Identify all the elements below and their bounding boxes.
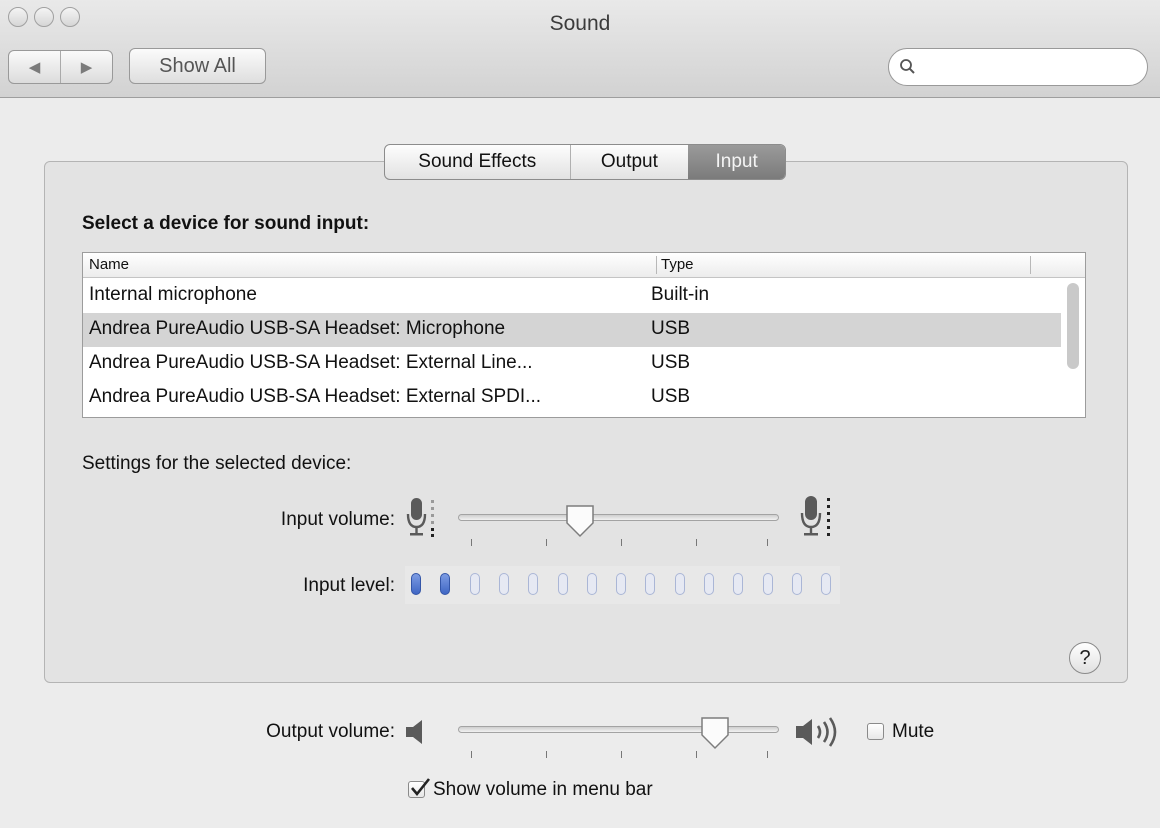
column-header-name[interactable]: Name <box>89 256 129 273</box>
input-volume-track[interactable] <box>458 514 779 521</box>
slider-tick <box>767 751 768 758</box>
input-level-segment <box>586 573 597 595</box>
tab-output[interactable]: Output <box>571 145 689 179</box>
mute-checkbox[interactable] <box>867 723 884 740</box>
slider-tick <box>696 539 697 546</box>
slider-tick <box>621 751 622 758</box>
input-volume-thumb[interactable] <box>565 504 595 538</box>
device-name: Andrea PureAudio USB-SA Headset: Microph… <box>89 318 506 339</box>
show-volume-checkbox[interactable] <box>408 778 431 798</box>
mute-label: Mute <box>892 721 935 742</box>
input-level-segment <box>411 573 421 595</box>
search-icon <box>900 59 915 74</box>
table-row[interactable]: Internal microphone Built-in <box>83 279 1061 313</box>
settings-heading: Settings for the selected device: <box>82 453 352 474</box>
device-name: Andrea PureAudio USB-SA Headset: Externa… <box>89 352 533 373</box>
tab-bar: Sound Effects Output Input <box>384 144 786 180</box>
table-scrollbar[interactable] <box>1067 283 1079 369</box>
input-level-segment <box>821 573 832 595</box>
microphone-low-icon <box>406 498 434 537</box>
table-row[interactable]: Andrea PureAudio USB-SA Headset: Externa… <box>83 347 1061 381</box>
output-volume-track[interactable] <box>458 726 779 733</box>
device-section-heading: Select a device for sound input: <box>82 213 370 234</box>
input-level-segment <box>762 573 773 595</box>
slider-tick <box>696 751 697 758</box>
device-type: USB <box>651 352 691 373</box>
back-forward-control: ◀ ▶ <box>8 50 113 84</box>
forward-button[interactable]: ▶ <box>61 51 112 83</box>
input-level-segment <box>498 573 509 595</box>
column-divider <box>1030 256 1031 274</box>
speaker-low-icon <box>406 720 422 744</box>
input-level-segment <box>674 573 685 595</box>
input-level-segment <box>733 573 744 595</box>
slider-tick <box>471 751 472 758</box>
back-button[interactable]: ◀ <box>9 51 61 83</box>
column-header-type[interactable]: Type <box>661 256 694 273</box>
slider-tick <box>471 539 472 546</box>
show-all-button[interactable]: Show All <box>129 48 266 84</box>
table-row[interactable]: Andrea PureAudio USB-SA Headset: Microph… <box>83 313 1061 347</box>
input-level-segment <box>528 573 539 595</box>
input-level-segment <box>616 573 627 595</box>
window-title: Sound <box>549 12 611 35</box>
checkmark-icon <box>411 778 431 797</box>
slider-tick <box>546 751 547 758</box>
search-field[interactable] <box>888 48 1148 86</box>
tab-sound-effects[interactable]: Sound Effects <box>385 145 571 179</box>
speaker-high-icon <box>796 717 837 747</box>
device-type: Built-in <box>651 284 710 305</box>
table-header: Name Type <box>83 253 1085 278</box>
help-button[interactable]: ? <box>1069 642 1101 674</box>
microphone-high-icon <box>800 496 830 536</box>
column-divider <box>656 256 657 274</box>
output-volume-thumb[interactable] <box>700 716 730 750</box>
window-toolbar: Sound ◀ ▶ Show All <box>0 0 1160 98</box>
input-level-label: Input level: <box>303 575 395 596</box>
show-volume-label: Show volume in menu bar <box>433 779 653 800</box>
input-panel <box>44 161 1128 683</box>
input-device-table: Name Type Internal microphone Built-in A… <box>82 252 1086 418</box>
device-type: USB <box>651 318 691 339</box>
input-level-segment <box>645 573 656 595</box>
slider-tick <box>621 539 622 546</box>
device-name: Internal microphone <box>89 284 257 305</box>
input-level-segment <box>704 573 714 595</box>
slider-tick <box>546 539 547 546</box>
input-level-segment <box>791 573 802 595</box>
input-level-segment <box>440 573 451 595</box>
table-row[interactable]: Andrea PureAudio USB-SA Headset: Externa… <box>83 381 1061 415</box>
input-level-segment <box>557 573 568 595</box>
tab-input[interactable]: Input <box>688 145 785 179</box>
device-name: Andrea PureAudio USB-SA Headset: Externa… <box>89 386 542 407</box>
device-type: USB <box>651 386 691 407</box>
output-volume-label: Output volume: <box>266 721 395 742</box>
input-volume-label: Input volume: <box>280 509 395 530</box>
slider-tick <box>767 539 768 546</box>
input-level-segment <box>469 573 480 595</box>
